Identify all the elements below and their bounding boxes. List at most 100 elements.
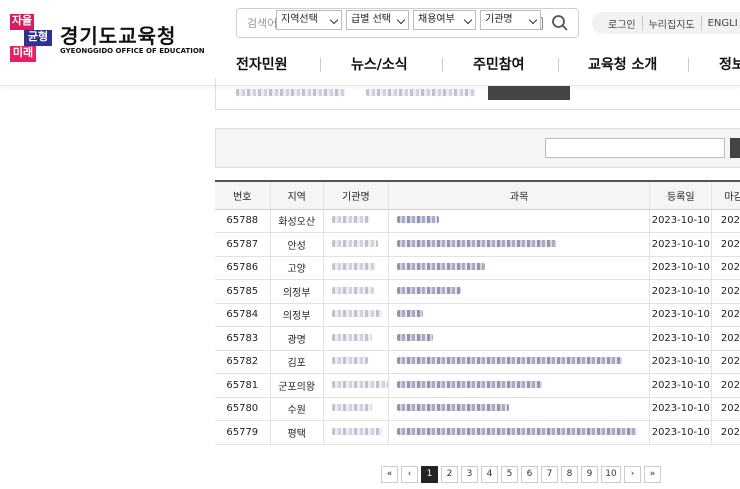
cell-region: 수원 (269, 397, 324, 421)
page-button[interactable]: 1 (421, 466, 438, 483)
cell-date: 2023-10-10 (649, 397, 712, 421)
gnb-item-info[interactable]: 정보 (719, 54, 740, 74)
search-icon[interactable] (551, 14, 569, 32)
cell-subject[interactable] (387, 256, 650, 280)
cell-org (322, 279, 389, 304)
cell-org (322, 397, 389, 421)
redacted-text (396, 427, 637, 435)
cell-deadline: 2023 (711, 420, 740, 445)
cell-subject[interactable] (387, 373, 650, 398)
page-button[interactable]: 4 (481, 466, 498, 483)
logo-title: 경기도교육청 (60, 24, 177, 48)
page-button[interactable]: 5 (501, 466, 518, 483)
gnb-divider (320, 58, 321, 72)
filter-search-button[interactable] (730, 138, 740, 158)
page-button[interactable]: 2 (441, 466, 458, 483)
redacted-text (396, 239, 557, 247)
page-button[interactable]: 6 (521, 466, 538, 483)
grade-select-value: 급별 선택 (351, 14, 391, 25)
cell-deadline: 2023 (711, 397, 740, 421)
cell-deadline: 2023 (711, 303, 740, 327)
cell-subject[interactable] (387, 350, 650, 374)
cell-number: 65781 (215, 373, 271, 398)
gnb-item-about[interactable]: 교육청 소개 (588, 54, 657, 74)
table-row[interactable]: 65779 평택 2023-10-10 2023 (215, 420, 740, 445)
redacted-text (396, 216, 439, 224)
redacted-text (236, 89, 346, 96)
cell-subject[interactable] (387, 209, 650, 233)
last-page-button[interactable]: » (644, 466, 661, 483)
cell-deadline: 2023 (711, 373, 740, 398)
col-header-number: 번호 (215, 181, 271, 210)
redacted-text (331, 239, 378, 247)
logo-block-1: 자율 (10, 14, 34, 30)
cell-org (322, 209, 389, 233)
table-row[interactable]: 65784 의정부 2023-10-10 2023 (215, 303, 740, 327)
col-header-org: 기관명 (322, 181, 389, 210)
redacted-text (331, 333, 372, 341)
next-page-button[interactable]: › (624, 466, 641, 483)
page-button[interactable]: 10 (601, 466, 621, 483)
keyword-input[interactable] (545, 138, 725, 158)
cell-date: 2023-10-10 (649, 232, 712, 257)
table-row[interactable]: 65785 의정부 2023-10-10 2023 (215, 279, 740, 304)
cell-subject[interactable] (387, 326, 650, 351)
cell-org (322, 232, 389, 257)
table-row[interactable]: 65783 광명 2023-10-10 2023 (215, 326, 740, 351)
cell-subject[interactable] (387, 420, 650, 445)
job-table: 번호 지역 기관명 과목 등록일 마감 65788 화성오산 2023-10-1… (215, 180, 740, 445)
page: 자율 균형 미래 경기도교육청 GYEONGGIDO OFFICE OF EDU… (0, 0, 740, 489)
table-row[interactable]: 65787 안성 2023-10-10 2023 (215, 232, 740, 257)
table-row[interactable]: 65780 수원 2023-10-10 2023 (215, 397, 740, 421)
cell-date: 2023-10-10 (649, 420, 712, 445)
login-link[interactable]: 로그인 (602, 15, 643, 31)
cell-region: 광명 (269, 326, 324, 351)
region-select[interactable]: 지역선택 (276, 10, 342, 30)
utility-menu: 로그인 누리집지도 ENGLI (592, 12, 740, 34)
redacted-text (396, 286, 461, 294)
chevron-down-icon (329, 15, 339, 25)
org-select[interactable]: 기관명 (480, 10, 541, 30)
gnb-item-participation[interactable]: 주민참여 (473, 54, 525, 74)
cell-number: 65788 (215, 209, 271, 233)
redacted-text (396, 357, 622, 365)
page-button[interactable]: 3 (461, 466, 478, 483)
pagination: « ‹ 1 2 3 4 5 6 7 8 9 10 › » (381, 466, 661, 483)
page-button[interactable]: 7 (541, 466, 558, 483)
hired-select-value: 채용여부 (418, 14, 455, 25)
cell-deadline: 2023 (711, 256, 740, 280)
cell-org (322, 326, 389, 351)
english-link[interactable]: ENGLI (702, 18, 740, 29)
table-row[interactable]: 65786 고양 2023-10-10 2023 (215, 256, 740, 280)
first-page-button[interactable]: « (381, 466, 398, 483)
sitemap-link[interactable]: 누리집지도 (643, 15, 702, 31)
logo-block-3: 미래 (10, 46, 36, 62)
cell-deadline: 2023 (711, 279, 740, 304)
cell-org (322, 350, 389, 374)
table-row[interactable]: 65788 화성오산 2023-10-10 2023 (215, 209, 740, 233)
grade-select[interactable]: 급별 선택 (346, 10, 409, 30)
cell-subject[interactable] (387, 232, 650, 257)
cell-subject[interactable] (387, 279, 650, 304)
notice-button[interactable] (488, 86, 570, 100)
logo[interactable]: 자율 균형 미래 경기도교육청 GYEONGGIDO OFFICE OF EDU… (10, 14, 205, 64)
hired-select[interactable]: 채용여부 (413, 10, 476, 30)
cell-region: 군포의왕 (269, 373, 324, 398)
table-row[interactable]: 65781 군포의왕 2023-10-10 2023 (215, 373, 740, 398)
table-row[interactable]: 65782 김포 2023-10-10 2023 (215, 350, 740, 374)
page-button[interactable]: 8 (561, 466, 578, 483)
prev-page-button[interactable]: ‹ (401, 466, 418, 483)
cell-number: 65787 (215, 232, 271, 257)
page-button[interactable]: 9 (581, 466, 598, 483)
gnb-item-news[interactable]: 뉴스/소식 (351, 54, 408, 74)
redacted-text (331, 310, 382, 318)
cell-subject[interactable] (387, 303, 650, 327)
redacted-text (331, 380, 388, 388)
redacted-text (396, 380, 542, 388)
redacted-text (331, 404, 372, 412)
cell-region: 평택 (269, 420, 324, 445)
col-header-subject: 과목 (387, 181, 650, 210)
redacted-text (331, 286, 374, 294)
gnb-item-civil[interactable]: 전자민원 (236, 54, 288, 74)
cell-subject[interactable] (387, 397, 650, 421)
